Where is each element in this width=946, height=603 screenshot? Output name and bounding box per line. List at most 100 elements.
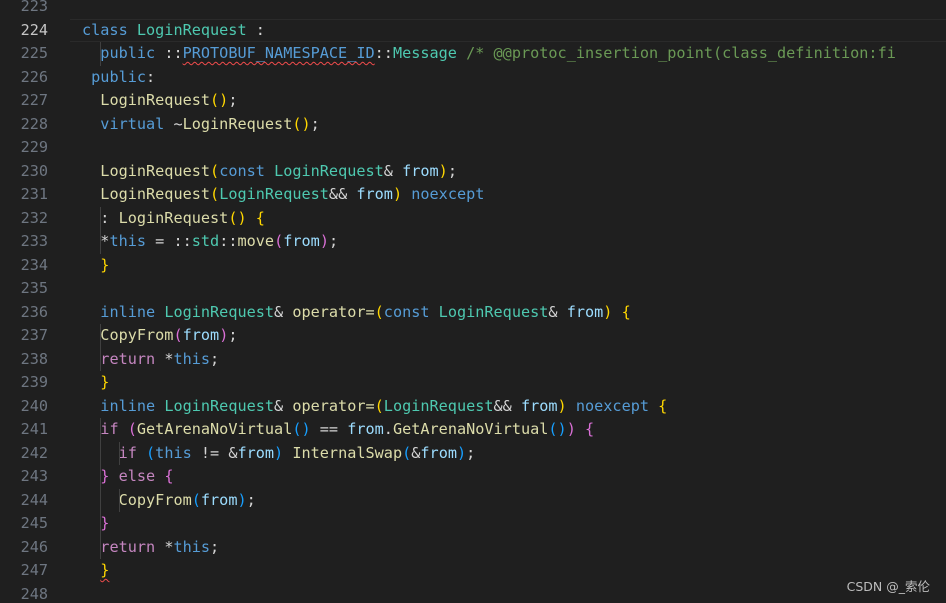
code-token: virtual — [100, 114, 174, 133]
code-token: /* @@protoc_insertion_point(class_defini… — [466, 44, 896, 62]
code-line[interactable]: 223 — [0, 0, 946, 19]
code-token: () — [210, 91, 229, 109]
code-line[interactable]: 224 class LoginRequest : — [0, 18, 946, 43]
line-number: 245 — [20, 514, 48, 532]
code-token: from — [402, 161, 439, 180]
code-token: { — [621, 302, 631, 321]
code-token: GetArenaNoVirtual — [136, 420, 293, 438]
line-number: 236 — [20, 302, 48, 321]
code-token: && — [328, 185, 357, 203]
code-line[interactable]: 245 } — [0, 512, 946, 536]
code-token: ( — [146, 443, 156, 462]
code-line[interactable]: 238 return *this; — [0, 347, 946, 371]
code-token: PROTOBUF_NAMESPACE_ID — [182, 44, 375, 62]
code-line[interactable]: 248 — [0, 583, 946, 603]
code-line[interactable]: 244 CopyFrom(from); — [0, 488, 946, 512]
line-number: 225 — [20, 44, 48, 62]
code-token: : — [146, 67, 156, 86]
code-token: std — [191, 232, 220, 250]
code-token: LoginRequest — [219, 185, 329, 203]
code-line[interactable]: 236 inline LoginRequest& operator=(const… — [0, 301, 946, 325]
code-token: ) — [438, 161, 448, 180]
code-token: : — [246, 20, 265, 39]
line-number: 244 — [20, 490, 48, 509]
code-line[interactable]: 228 virtual ~LoginRequest(); — [0, 113, 946, 137]
code-token: ) — [237, 490, 247, 509]
indent-guide — [119, 441, 120, 465]
code-text: public: — [82, 66, 155, 90]
indent-guide — [100, 465, 101, 489]
code-token: } — [100, 514, 110, 532]
code-token: move — [237, 232, 275, 250]
code-token: from — [347, 420, 384, 438]
code-token: ( — [402, 443, 412, 462]
code-token: () — [292, 114, 311, 133]
code-text: } — [82, 254, 109, 278]
code-line[interactable]: 242 if (this != &from) InternalSwap(&fro… — [0, 441, 946, 466]
code-token: CopyFrom — [118, 490, 192, 509]
code-token: GetArenaNoVirtual — [392, 420, 549, 438]
code-line[interactable]: 237 CopyFrom(from); — [0, 324, 946, 348]
code-line[interactable]: 233 *this = ::std::move(from); — [0, 230, 946, 254]
code-token: if — [118, 443, 147, 462]
code-token: LoginRequest — [383, 396, 494, 415]
code-token: LoginRequest — [182, 114, 293, 133]
indent-guide — [100, 512, 101, 536]
code-token: && — [493, 396, 521, 415]
code-line[interactable]: 231 LoginRequest(LoginRequest&& from) no… — [0, 183, 946, 207]
code-token: from — [182, 326, 220, 344]
code-line[interactable]: 225 public ::PROTOBUF_NAMESPACE_ID::Mess… — [0, 42, 946, 66]
code-text: LoginRequest(LoginRequest&& from) noexce… — [82, 183, 484, 207]
line-number: 231 — [20, 185, 48, 203]
code-token: ; — [210, 349, 220, 368]
code-text: } — [82, 559, 109, 583]
code-token: LoginRequest — [118, 208, 229, 227]
code-token: from — [200, 490, 238, 509]
code-line[interactable]: 234 } — [0, 254, 946, 278]
code-text: class LoginRequest : — [82, 19, 265, 43]
line-number: 232 — [20, 208, 48, 227]
code-token: from — [283, 232, 320, 250]
code-token: this — [173, 349, 211, 368]
code-token: != & — [191, 443, 238, 462]
code-token: this — [109, 232, 147, 250]
code-line[interactable]: 239 } — [0, 371, 946, 395]
code-text: inline LoginRequest& operator=(const Log… — [82, 301, 631, 325]
line-number: 233 — [20, 232, 48, 250]
code-line[interactable]: 226 public: — [0, 66, 946, 90]
code-token: noexcept — [411, 185, 485, 203]
code-editor[interactable]: 223 224 class LoginRequest :225 public ::P… — [0, 0, 946, 603]
code-token: == — [310, 420, 348, 438]
code-token: LoginRequest — [100, 185, 211, 203]
line-number: 237 — [20, 326, 48, 344]
code-token: noexcept — [575, 396, 650, 415]
code-line[interactable]: 230 LoginRequest(const LoginRequest& fro… — [0, 160, 946, 184]
code-line[interactable]: 229 — [0, 136, 946, 160]
line-number: 242 — [20, 443, 48, 462]
code-text: LoginRequest(); — [82, 89, 237, 113]
indent-guide — [100, 324, 101, 348]
code-line[interactable]: 240 inline LoginRequest& operator=(Login… — [0, 395, 946, 419]
code-token: :: — [219, 232, 238, 250]
code-line[interactable]: 232 : LoginRequest() { — [0, 206, 946, 230]
code-line[interactable]: 247 } — [0, 559, 946, 583]
code-token: public — [100, 44, 165, 62]
code-token: { — [255, 208, 265, 227]
code-text: public ::PROTOBUF_NAMESPACE_ID::Message … — [82, 42, 896, 66]
code-line[interactable]: 227 LoginRequest(); — [0, 89, 946, 113]
code-token: & — [274, 302, 293, 321]
code-line[interactable]: 235 — [0, 277, 946, 301]
code-line[interactable]: 243 } else { — [0, 465, 946, 489]
code-token: ( — [191, 490, 201, 509]
code-token: ( — [274, 232, 284, 250]
code-line[interactable]: 246 return *this; — [0, 535, 946, 559]
code-line[interactable]: 241 if (GetArenaNoVirtual() == from.GetA… — [0, 418, 946, 442]
line-number: 224 — [20, 20, 48, 39]
code-token: ) — [319, 232, 329, 250]
code-token: this — [155, 443, 192, 462]
line-number: 248 — [20, 584, 48, 603]
code-token: :: — [164, 44, 183, 62]
code-text: if (this != &from) InternalSwap(&from); — [82, 442, 476, 466]
